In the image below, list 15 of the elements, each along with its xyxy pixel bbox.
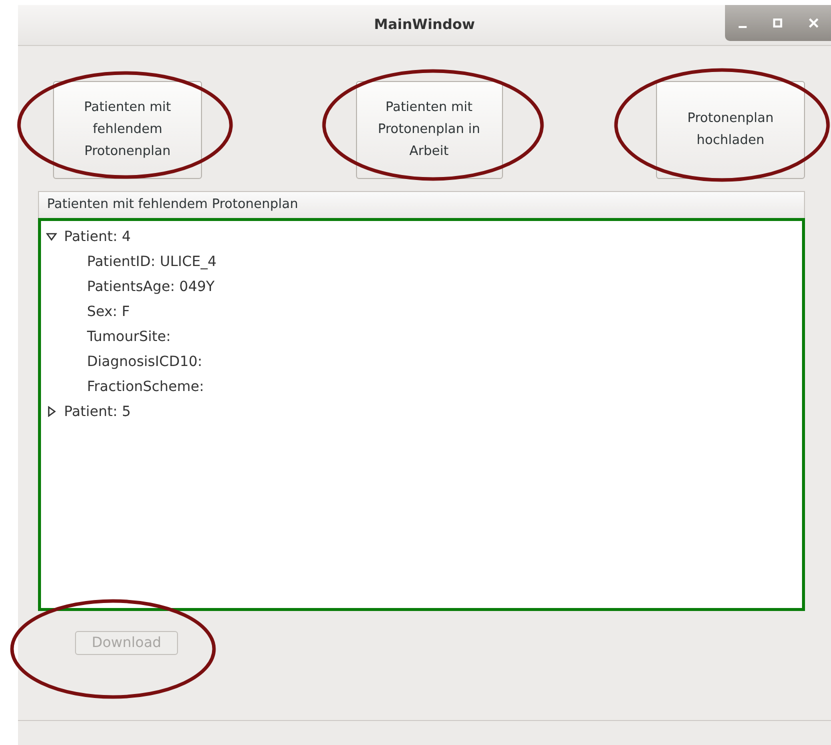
tree-item[interactable]: Sex: F (87, 304, 130, 320)
tree-item[interactable]: Patient: 4 (64, 228, 131, 244)
window-title: MainWindow (374, 17, 475, 33)
tree-item[interactable]: FractionScheme: (87, 378, 204, 394)
action-button[interactable]: Protonenplan hochladen (656, 81, 805, 179)
expander-icon[interactable] (46, 406, 57, 417)
tree-item[interactable]: Patient: 5 (64, 404, 131, 420)
tree-item[interactable]: PatientsAge: 049Y (87, 278, 215, 294)
tree-item[interactable]: TumourSite: (87, 328, 171, 344)
expander-icon[interactable] (46, 231, 57, 242)
action-button[interactable]: Patienten mit Protonenplan in Arbeit (356, 81, 502, 179)
column-header: Patienten mit fehlendem Protonenplan (38, 191, 805, 218)
action-button[interactable]: Patienten mit fehlendem Protonenplan (53, 81, 202, 179)
tree-item[interactable]: PatientID: ULICE_4 (87, 254, 217, 270)
tree-item[interactable]: DiagnosisICD10: (87, 354, 202, 370)
